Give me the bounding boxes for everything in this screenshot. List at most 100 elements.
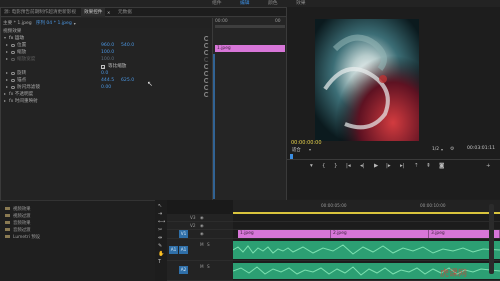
ripple-edit-tool-icon[interactable]: ⟷ bbox=[158, 219, 165, 225]
program-monitor-frame[interactable] bbox=[315, 19, 419, 141]
zoom-fit-dropdown[interactable]: 适合 bbox=[292, 147, 301, 153]
eye-icon[interactable]: ◉ bbox=[200, 223, 204, 228]
tab-metadata[interactable]: 元数据 bbox=[115, 8, 135, 17]
tab-close-icon[interactable]: ✕ bbox=[107, 10, 110, 15]
expand-triangle-icon[interactable] bbox=[6, 51, 8, 53]
timeline-ruler[interactable]: 00:00:05:00 00:00:10:00 bbox=[233, 200, 500, 212]
mark-out-icon[interactable]: } bbox=[334, 163, 338, 169]
stopwatch-icon[interactable] bbox=[11, 43, 15, 48]
effect-timeline-clip[interactable]: 1.jpeg bbox=[215, 45, 285, 52]
bin-item[interactable]: 音频效果 bbox=[5, 220, 31, 226]
go-to-out-icon[interactable]: ▸| bbox=[400, 163, 405, 169]
play-icon[interactable]: ▶ bbox=[374, 163, 378, 169]
track-target-v1[interactable]: V1 bbox=[179, 230, 188, 238]
uniform-scale-checkbox[interactable]: ✓ bbox=[101, 64, 105, 69]
workspace-tab-assembly[interactable]: 组件 bbox=[212, 0, 222, 7]
reset-icon[interactable] bbox=[204, 43, 209, 48]
solo-toggle[interactable]: S bbox=[207, 242, 210, 247]
time-remap-effect-row[interactable]: fx 时间重映射 bbox=[1, 98, 212, 105]
settings-wrench-icon[interactable]: ⚙ bbox=[450, 146, 454, 152]
scale-value[interactable]: 100.0 bbox=[101, 49, 114, 56]
workspace-tab-effects[interactable]: 效果 bbox=[296, 0, 306, 7]
program-time-ruler[interactable] bbox=[287, 154, 500, 160]
playhead-marker[interactable] bbox=[290, 154, 293, 159]
reset-icon[interactable] bbox=[204, 64, 209, 69]
slip-tool-icon[interactable]: ⇹ bbox=[158, 235, 164, 241]
track-lane-v1[interactable]: 1.jpeg 2.jpeg 3.jpeg bbox=[233, 230, 500, 239]
track-target-a2[interactable]: A2 bbox=[179, 266, 188, 274]
program-current-timecode[interactable]: 00:00:00:00 bbox=[291, 140, 322, 146]
stopwatch-icon[interactable] bbox=[11, 85, 15, 90]
expand-triangle-icon[interactable] bbox=[6, 79, 8, 81]
reset-icon[interactable] bbox=[204, 36, 209, 41]
workspace-tab-editing[interactable]: 编辑 bbox=[240, 0, 250, 7]
track-lane-a1[interactable] bbox=[233, 239, 500, 261]
mute-toggle[interactable]: M bbox=[200, 264, 204, 269]
eye-icon[interactable]: ◉ bbox=[200, 215, 204, 220]
mark-in-icon[interactable]: { bbox=[322, 163, 326, 169]
anchor-x-value[interactable]: 444.5 bbox=[101, 77, 114, 84]
chevron-down-icon[interactable]: ▾ bbox=[74, 21, 76, 26]
video-clip[interactable]: 1.jpeg bbox=[238, 230, 331, 238]
position-y-value[interactable]: 540.0 bbox=[121, 42, 134, 49]
video-clip[interactable]: 2.jpeg bbox=[331, 230, 429, 238]
bin-item[interactable]: 音频过渡 bbox=[5, 227, 31, 233]
motion-effect-row[interactable]: fx 运动 bbox=[1, 35, 212, 42]
track-lane-v3[interactable] bbox=[233, 214, 500, 222]
stopwatch-icon[interactable] bbox=[11, 78, 15, 83]
reset-icon[interactable] bbox=[204, 50, 209, 55]
mute-toggle[interactable]: M bbox=[200, 242, 204, 247]
bin-item[interactable]: Lumetri 预设 bbox=[5, 234, 40, 240]
audio-clip[interactable] bbox=[233, 241, 500, 259]
add-marker-icon[interactable]: ▾ bbox=[310, 163, 313, 169]
selection-tool-icon[interactable]: ↖ bbox=[158, 203, 164, 209]
anti-flicker-value[interactable]: 0.00 bbox=[101, 84, 111, 91]
expand-triangle-icon[interactable] bbox=[4, 37, 6, 39]
track-select-tool-icon[interactable]: ⇥ bbox=[158, 211, 164, 217]
stopwatch-icon[interactable] bbox=[11, 50, 15, 55]
lift-icon[interactable]: ⇡ bbox=[414, 163, 419, 169]
effect-timeline-ruler[interactable] bbox=[215, 25, 285, 28]
expand-triangle-icon[interactable] bbox=[6, 86, 8, 88]
solo-toggle[interactable]: S bbox=[207, 264, 210, 269]
expand-triangle-icon[interactable] bbox=[6, 72, 8, 74]
track-target-a1[interactable]: A1 bbox=[179, 246, 188, 254]
type-tool-icon[interactable]: T bbox=[158, 259, 164, 265]
hand-tool-icon[interactable]: ✋ bbox=[158, 251, 164, 257]
effect-timeline-playhead[interactable] bbox=[213, 54, 215, 199]
reset-icon[interactable] bbox=[204, 85, 209, 90]
extract-icon[interactable]: ⇞ bbox=[426, 163, 431, 169]
expand-triangle-icon[interactable] bbox=[4, 100, 6, 102]
eye-icon[interactable]: ◉ bbox=[200, 231, 204, 236]
chevron-down-icon[interactable]: ▾ bbox=[309, 147, 311, 152]
expand-triangle-icon[interactable] bbox=[6, 58, 8, 60]
opacity-effect-row[interactable]: fx 不透明度 bbox=[1, 91, 212, 98]
export-frame-icon[interactable]: ◙ bbox=[439, 163, 444, 169]
rotation-value[interactable]: 0.0 bbox=[101, 70, 108, 77]
anchor-y-value[interactable]: 625.0 bbox=[121, 77, 134, 84]
track-lane-v2[interactable] bbox=[233, 222, 500, 230]
resolution-dropdown[interactable]: 1/2 bbox=[432, 147, 439, 152]
position-x-value[interactable]: 960.0 bbox=[101, 42, 114, 49]
reset-icon[interactable] bbox=[204, 92, 209, 97]
expand-triangle-icon[interactable] bbox=[4, 93, 6, 95]
go-to-in-icon[interactable]: |◂ bbox=[346, 163, 351, 169]
source-patch-a1[interactable]: A1 bbox=[169, 246, 178, 254]
workspace-tab-color[interactable]: 颜色 bbox=[268, 0, 278, 7]
timeline-scrollbar[interactable] bbox=[489, 204, 494, 274]
bin-item[interactable]: 视频效果 bbox=[5, 206, 31, 212]
sequence-clip-link[interactable]: 序列 04 * 1.jpeg bbox=[36, 20, 72, 26]
step-back-icon[interactable]: ◂| bbox=[360, 163, 365, 169]
add-button-icon[interactable]: + bbox=[486, 163, 491, 169]
sequence-selector[interactable]: 主要 * 1.jpeg 序列 04 * 1.jpeg ▾ bbox=[1, 18, 212, 28]
tab-effect-controls[interactable]: 效果控件 bbox=[81, 8, 106, 17]
razor-tool-icon[interactable]: ✂ bbox=[158, 227, 164, 233]
reset-icon[interactable] bbox=[204, 78, 209, 83]
reset-icon[interactable] bbox=[204, 71, 209, 76]
chevron-down-icon[interactable]: ▾ bbox=[441, 147, 443, 152]
step-forward-icon[interactable]: |▸ bbox=[386, 163, 391, 169]
expand-triangle-icon[interactable] bbox=[6, 44, 8, 46]
tab-source[interactable]: 源: 电影预告前期制作超清更新影视 bbox=[1, 8, 79, 17]
bin-item[interactable]: 视频过渡 bbox=[5, 213, 31, 219]
stopwatch-icon[interactable] bbox=[11, 71, 15, 76]
